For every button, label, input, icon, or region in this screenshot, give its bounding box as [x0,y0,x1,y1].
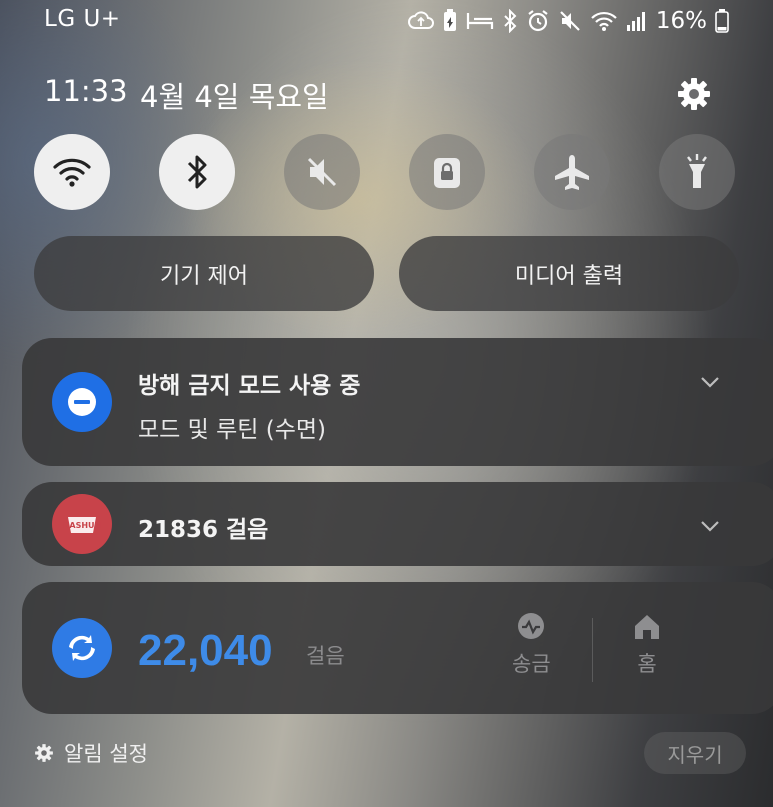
steps-app-notification[interactable]: DASHUN 21836 걸음 [22,482,773,566]
airplane-icon [555,155,589,190]
battery-icon [715,9,729,33]
mute-icon [558,9,582,33]
transfer-button[interactable]: 송금 [512,612,551,678]
bluetooth-icon [187,155,207,189]
clock-date: 4월 4일 목요일 [140,80,329,114]
status-icons: 16% [407,6,729,36]
action-divider [592,618,593,682]
pay-steps-widget[interactable]: 22,040 걸음 송금 홈 [22,582,773,714]
dnd-notification[interactable]: 방해 금지 모드 사용 중 모드 및 루틴 (수면) [22,338,773,466]
home-label: 홈 [637,652,657,676]
sound-toggle[interactable] [284,134,360,210]
transfer-icon [518,613,545,639]
dnd-subtitle: 모드 및 루틴 (수면) [138,417,326,443]
dnd-title: 방해 금지 모드 사용 중 [138,373,361,399]
steps-count: 22,040 [138,626,273,675]
wifi-icon [590,10,618,32]
signal-icon [626,11,646,31]
carrier-name: LG U+ [44,6,121,32]
media-output-button[interactable]: 미디어 출력 [399,236,739,311]
flashlight-toggle[interactable] [659,134,735,210]
flashlight-icon [687,154,707,188]
clear-all-button[interactable]: 지우기 [644,732,746,774]
steps-app-title: 21836 걸음 [138,517,269,543]
sleep-mode-icon [466,11,494,31]
battery-saver-icon [442,9,458,33]
secure-folder-toggle[interactable] [409,134,485,210]
dnd-icon [52,372,112,432]
chevron-down-icon[interactable] [698,370,722,394]
bluetooth-icon [502,9,518,33]
gear-icon [678,78,710,110]
airplane-mode-toggle[interactable] [534,134,610,210]
steps-unit: 걸음 [306,644,345,668]
alarm-icon [526,9,550,33]
clock-time: 11:33 [44,74,128,108]
gear-icon [35,744,53,762]
cloud-sync-icon [407,10,434,32]
bluetooth-toggle[interactable] [159,134,235,210]
notification-settings-link[interactable]: 알림 설정 [34,738,148,768]
notification-settings-label: 알림 설정 [64,742,148,766]
device-control-button[interactable]: 기기 제어 [34,236,374,311]
pay-logo-icon [52,618,112,678]
lock-icon [434,158,460,188]
mute-icon [307,157,337,187]
settings-button[interactable] [674,74,714,114]
chevron-down-icon[interactable] [698,514,722,538]
dashun-logo-text: DASHUN [63,521,101,530]
transfer-label: 송금 [512,652,551,676]
home-button[interactable]: 홈 [632,612,662,678]
wifi-toggle[interactable] [34,134,110,210]
home-icon [635,615,659,639]
dashun-logo-icon: DASHUN [52,494,112,554]
wifi-icon [53,158,91,187]
battery-percentage: 16% [655,8,707,34]
